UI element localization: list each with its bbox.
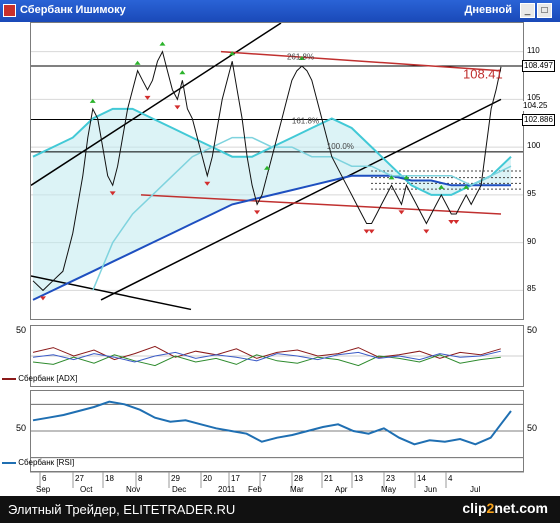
maximize-button[interactable]: □	[537, 3, 552, 18]
window-title: Сбербанк Ишимоку	[20, 4, 126, 16]
time-axis-month-label: Apr	[335, 485, 348, 494]
period-label[interactable]: Дневной	[465, 4, 513, 16]
time-axis-day-label: 14	[417, 474, 426, 483]
time-axis-month-label: 2011	[218, 485, 236, 494]
adx-tick-left: 50	[15, 325, 26, 335]
fractal-up-marker	[134, 60, 141, 65]
adx-pane[interactable]	[30, 325, 524, 387]
fractal-down-marker	[368, 229, 375, 234]
time-axis-day-label: 8	[138, 474, 143, 483]
time-axis-day-label: 6	[42, 474, 47, 483]
bottom-trend-line	[30, 275, 192, 311]
fractal-down-marker	[423, 229, 430, 234]
fractal-up-marker	[179, 70, 186, 75]
time-axis-month-label: Oct	[80, 485, 93, 494]
time-axis-day-label: 21	[324, 474, 333, 483]
resistance-line	[220, 50, 502, 72]
rsi-legend-swatch	[2, 461, 16, 464]
time-axis-day-label: 23	[386, 474, 395, 483]
price-tag: 102.886	[522, 113, 555, 126]
time-axis-day-label: 20	[203, 474, 212, 483]
time-axis-month-label: Nov	[126, 485, 140, 494]
rsi-pane[interactable]	[30, 390, 524, 472]
minus-di-line	[32, 350, 501, 363]
time-axis-month-label: Jul	[470, 485, 480, 494]
time-axis: 6 27 18 8 29 20 17 7 28 21 13 23 14 4 Sep Oct Nov Dec 2011…	[30, 472, 524, 494]
price-chart: 261.8% 161.8% 100.0% 108.41	[30, 22, 523, 311]
fractal-down-marker	[254, 210, 261, 215]
fractal-down-marker	[453, 219, 460, 224]
window-titlebar: Сбербанк Ишимоку Дневной _ □	[0, 0, 560, 22]
time-axis-month-label: Sep	[36, 485, 51, 494]
time-axis-month-label: Dec	[172, 485, 186, 494]
time-axis-day-label: 28	[294, 474, 303, 483]
clip2net-logo: clip2net.com	[462, 500, 548, 516]
time-axis-day-label: 17	[231, 474, 240, 483]
price-tag: 104.25	[522, 100, 549, 111]
time-axis-month-label: Feb	[248, 485, 262, 494]
time-axis-month-label: May	[381, 485, 396, 494]
app-icon	[3, 4, 16, 17]
adx-legend: Сбербанк [ADX]	[2, 374, 77, 383]
rsi-line	[32, 400, 512, 446]
fractal-down-marker	[363, 229, 370, 234]
fractal-down-marker	[39, 296, 46, 301]
time-axis-day-label: 18	[105, 474, 114, 483]
rsi-tick-right: 50	[527, 423, 538, 433]
minimize-button[interactable]: _	[520, 3, 535, 18]
price-tag: 108.497	[522, 59, 555, 72]
logo-prefix: clip	[462, 500, 487, 516]
time-axis-day-label: 7	[262, 474, 267, 483]
price-tick-label: 95	[527, 188, 536, 199]
rsi-legend-label: Сбербанк [RSI]	[18, 458, 75, 467]
fib-level-label: 100.0%	[327, 142, 354, 151]
fractal-down-marker	[448, 219, 455, 224]
time-axis-month-label: Jun	[424, 485, 437, 494]
footer-banner: Элитный Трейдер, ELITETRADER.RU clip2net…	[0, 496, 560, 523]
rsi-legend: Сбербанк [RSI]	[2, 458, 74, 467]
time-axis-day-label: 27	[75, 474, 84, 483]
rsi-chart	[31, 400, 523, 459]
last-price-label: 108.41	[463, 66, 503, 81]
adx-legend-label: Сбербанк [ADX]	[18, 374, 78, 383]
time-axis-day-label: 4	[448, 474, 453, 483]
rsi-axis-right: 50	[524, 390, 560, 472]
fractal-down-marker	[398, 210, 405, 215]
logo-suffix: net.com	[494, 500, 548, 516]
price-tick-label: 100	[527, 141, 541, 152]
price-tick-label: 85	[527, 284, 536, 295]
adx-tick-right: 50	[527, 325, 538, 335]
fib-level-label: 161.8%	[292, 116, 319, 125]
adx-chart	[31, 345, 523, 367]
price-tick-label: 90	[527, 236, 536, 247]
fractal-down-marker	[174, 105, 181, 110]
fractal-up-marker	[159, 41, 166, 46]
footer-source: Элитный Трейдер, ELITETRADER.RU	[8, 502, 236, 517]
price-chart-pane[interactable]: 261.8% 161.8% 100.0% 108.41	[30, 22, 524, 320]
time-axis-day-label: 29	[171, 474, 180, 483]
time-axis-month-label: Mar	[290, 485, 304, 494]
rsi-tick-left: 50	[15, 423, 26, 433]
price-axis: 110 105 100 95 90 85 108.497 102.886 104.25	[522, 22, 560, 320]
fib-level-label: 261.8%	[287, 52, 314, 61]
time-axis-day-label: 13	[354, 474, 363, 483]
adx-axis-right: 50	[524, 325, 560, 387]
adx-legend-swatch	[2, 377, 16, 380]
price-tick-label: 110	[527, 45, 540, 56]
